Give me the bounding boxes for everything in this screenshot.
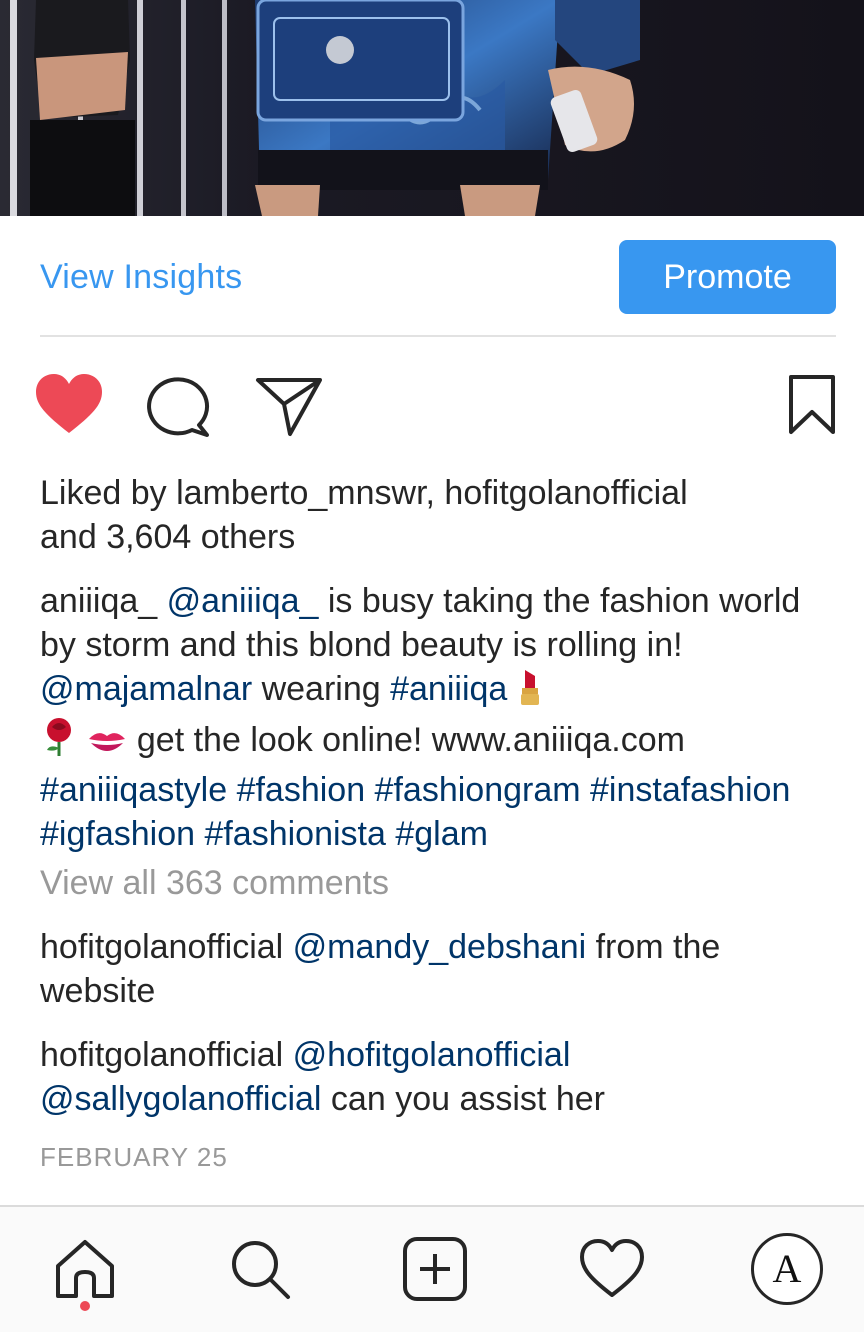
bottom-nav: A (0, 1207, 864, 1332)
caption-username[interactable]: aniiiqa_ (40, 582, 157, 620)
comment-button[interactable] (146, 376, 212, 438)
hashtag-links[interactable]: #aniiiqastyle #fashion #fashiongram #ins… (40, 771, 790, 853)
view-all-comments-link[interactable]: View all 363 comments (40, 861, 389, 905)
bookmark-icon (789, 375, 835, 434)
add-post-icon (403, 1237, 467, 1301)
post-date: FEBRUARY 25 (40, 1142, 228, 1172)
divider (40, 335, 836, 337)
nav-activity[interactable] (572, 1229, 652, 1309)
insights-row: View Insights Promote (40, 240, 836, 314)
home-icon (56, 1240, 114, 1298)
profile-avatar: A (751, 1233, 823, 1305)
save-button[interactable] (786, 374, 838, 436)
nav-profile[interactable]: A (747, 1229, 827, 1309)
mention-link[interactable]: @hofitgolanofficial (293, 1036, 571, 1074)
likes-and: and (40, 518, 107, 556)
like-button[interactable] (34, 373, 104, 435)
comment-bubble-icon (147, 377, 210, 437)
mention-link[interactable]: @sallygolanofficial (40, 1080, 321, 1118)
promote-button[interactable]: Promote (619, 240, 836, 314)
comment-username[interactable]: hofitgolanofficial (40, 1036, 283, 1074)
comment-username[interactable]: hofitgolanofficial (40, 928, 283, 966)
post-caption: aniiiqa_ @aniiiqa_ is busy taking the fa… (40, 579, 840, 856)
heart-filled-icon (36, 374, 102, 433)
likes-prefix: Liked by (40, 474, 177, 512)
home-active-dot (80, 1301, 90, 1311)
lipstick-emoji-icon (517, 668, 543, 717)
likes-others-link[interactable]: 3,604 others (106, 518, 295, 556)
mention-link[interactable]: @majamalnar (40, 670, 252, 708)
likes-summary: Liked by lamberto_mnswr, hofitgolanoffic… (40, 471, 840, 559)
comment: hofitgolanofficial @hofitgolanofficial @s… (40, 1033, 840, 1121)
likes-separator: , (425, 474, 445, 512)
activity-heart-icon (580, 1239, 644, 1297)
avatar-letter: A (772, 1246, 802, 1291)
mention-link[interactable]: @mandy_debshani (293, 928, 586, 966)
nav-home[interactable] (45, 1229, 125, 1309)
share-button[interactable] (254, 376, 324, 438)
caption-text: wearing (252, 670, 391, 708)
comment-text: can you assist her (321, 1080, 605, 1118)
nav-add-post[interactable] (395, 1229, 475, 1309)
hashtag-link[interactable]: #aniiiqa (390, 670, 507, 708)
kiss-mark-emoji-icon (87, 724, 127, 768)
post-photo-image (0, 0, 864, 216)
rose-emoji-icon (40, 717, 78, 768)
caption-text: get the look online! www.aniiiqa.com (127, 721, 685, 759)
nav-search[interactable] (220, 1229, 300, 1309)
liker-username[interactable]: hofitgolanofficial (444, 474, 687, 512)
paper-plane-icon (256, 378, 322, 436)
mention-link[interactable]: @aniiiqa_ (167, 582, 319, 620)
liker-username[interactable]: lamberto_mnswr (176, 474, 425, 512)
search-icon (232, 1241, 290, 1299)
post-photo[interactable] (0, 0, 864, 216)
comment: hofitgolanofficial @mandy_debshani from … (40, 925, 840, 1013)
view-insights-link[interactable]: View Insights (40, 258, 242, 297)
